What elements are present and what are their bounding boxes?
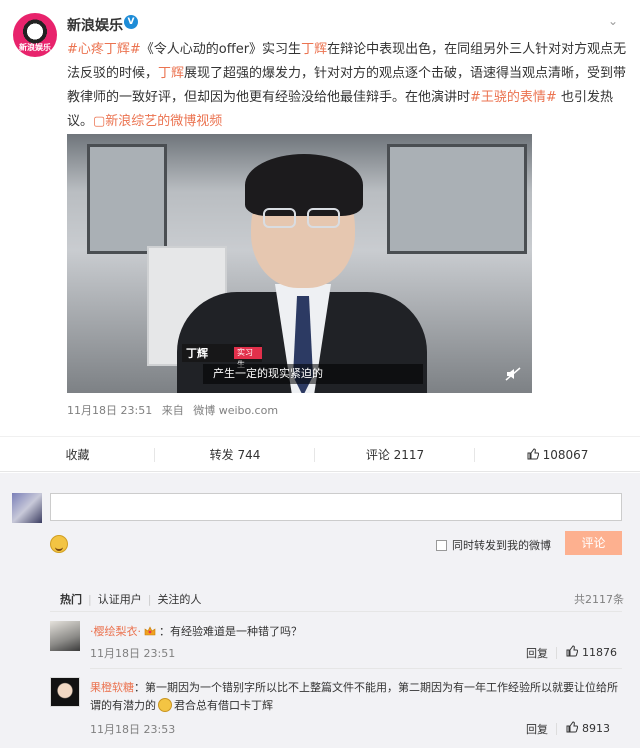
post-text-link[interactable]: 丁辉	[301, 42, 327, 57]
thumbs-up-icon	[527, 448, 539, 460]
tab-hot[interactable]: 热门	[60, 591, 82, 607]
comment-time: 11月18日 23:51	[90, 647, 176, 660]
tab-verified-users[interactable]: 认证用户	[98, 591, 142, 607]
comment-item: ·樱绘梨衣· ：有经验难道是一种错了吗？ 11月18日 23:51 回复 1187…	[50, 621, 622, 661]
comment-label: 评论 2117	[365, 448, 425, 462]
comment-total-count: 共2117条	[574, 593, 624, 606]
comment-section: 同时转发到我的微博 评论 热门 | 认证用户 | 关注的人 共2117条 ·樱绘梨衣· ：…	[0, 473, 640, 748]
more-chevron-icon[interactable]: ⌄	[604, 12, 622, 30]
post-meta: 11月18日 23:51 来自 微博 weibo.com	[67, 402, 284, 418]
crown-icon	[144, 626, 156, 636]
reply-button[interactable]: 回复	[526, 721, 548, 737]
author-avatar[interactable]: 新浪娱乐	[13, 13, 57, 57]
comment-like-button[interactable]: 8913	[566, 721, 610, 735]
avatar-logo-text: 新浪娱乐	[19, 43, 51, 52]
video-role-tag: 实习生	[234, 347, 262, 369]
checkbox-box[interactable]	[436, 540, 447, 551]
post-text-link[interactable]: #心疼丁辉#	[67, 42, 141, 57]
post-time[interactable]: 11月18日 23:51	[67, 404, 152, 417]
post-text-link[interactable]: #王骁的表情#	[470, 90, 557, 105]
video-subtitle: 产生一定的现实紧迫的	[203, 364, 423, 384]
thumbs-up-icon	[566, 721, 578, 733]
favorite-button[interactable]: 收藏	[0, 437, 155, 473]
post-source[interactable]: 微博 weibo.com	[193, 404, 278, 417]
my-avatar[interactable]	[12, 493, 42, 523]
source-prefix: 来自	[161, 404, 184, 417]
divider	[556, 647, 557, 659]
video-name-caption: 丁辉 实习生	[182, 344, 262, 369]
divider	[556, 723, 557, 735]
commenter-name[interactable]: ·樱绘梨衣·	[90, 625, 141, 638]
divider	[50, 611, 622, 612]
post-text-link[interactable]: ▢新浪综艺的微博视频	[93, 114, 222, 129]
comment-like-count: 11876	[582, 646, 617, 659]
verified-badge-icon: V	[124, 15, 138, 29]
comment-time: 11月18日 23:53	[90, 723, 176, 736]
repost-label: 转发 744	[209, 448, 261, 462]
comment-body: ·樱绘梨衣· ：有经验难道是一种错了吗？	[90, 623, 620, 641]
reply-button[interactable]: 回复	[526, 645, 548, 661]
comment-text: ：有经验难道是一种错了吗？	[159, 625, 302, 638]
post-text: #心疼丁辉#《令人心动的offer》实习生丁辉在辩论中表现出色，在同组另外三人针…	[67, 38, 627, 134]
comment-input[interactable]	[50, 493, 622, 521]
weibo-post-card: 新浪娱乐 新浪娱乐 V ⌄ #心疼丁辉#《令人心动的offer》实习生丁辉在辩论…	[0, 0, 640, 748]
commenter-name[interactable]: 果橙软糖	[90, 681, 134, 694]
action-bar: 收藏 转发 744 评论 2117 108067	[0, 436, 640, 472]
commenter-avatar[interactable]	[50, 621, 80, 651]
comment-button[interactable]: 评论 2117	[315, 437, 475, 473]
comment-like-count: 8913	[582, 722, 610, 735]
divider	[90, 668, 622, 669]
mute-icon[interactable]	[505, 366, 521, 382]
video-person-glasses	[263, 208, 343, 230]
video-name-text: 丁辉	[186, 347, 208, 360]
forward-label: 同时转发到我的微博	[452, 539, 551, 552]
commenter-avatar[interactable]	[50, 677, 80, 707]
comment-body: 果橙软糖：第一期因为一个错别字所以比不上整篇文件不能用，第二期因为有一年工作经验…	[90, 679, 620, 715]
emoji-icon	[158, 698, 172, 712]
like-count: 108067	[542, 448, 589, 462]
emoji-smiley-icon[interactable]	[50, 535, 68, 553]
post-text-segment: 《令人心动的offer》实习生	[140, 42, 302, 57]
comment-text-tail: 君合总有借口卡丁辉	[174, 699, 273, 712]
author-name[interactable]: 新浪娱乐	[67, 15, 123, 35]
post-text-link[interactable]: 丁辉	[158, 66, 184, 81]
tab-following[interactable]: 关注的人	[157, 591, 201, 607]
submit-comment-button[interactable]: 评论	[565, 531, 622, 555]
video-window-shape	[87, 144, 167, 254]
forward-checkbox[interactable]: 同时转发到我的微博	[436, 537, 551, 553]
comment-item: 果橙软糖：第一期因为一个错别字所以比不上整篇文件不能用，第二期因为有一年工作经验…	[50, 677, 622, 739]
video-window-shape	[387, 144, 527, 254]
video-person-hair	[245, 154, 363, 216]
thumbs-up-icon	[566, 645, 578, 657]
video-player[interactable]: 丁辉 实习生 产生一定的现实紧迫的	[67, 134, 532, 393]
comment-filter-tabs: 热门 | 认证用户 | 关注的人	[60, 591, 202, 607]
comment-like-button[interactable]: 11876	[566, 645, 617, 659]
like-button[interactable]: 108067	[475, 437, 640, 473]
repost-button[interactable]: 转发 744	[155, 437, 315, 473]
favorite-label: 收藏	[65, 448, 90, 462]
